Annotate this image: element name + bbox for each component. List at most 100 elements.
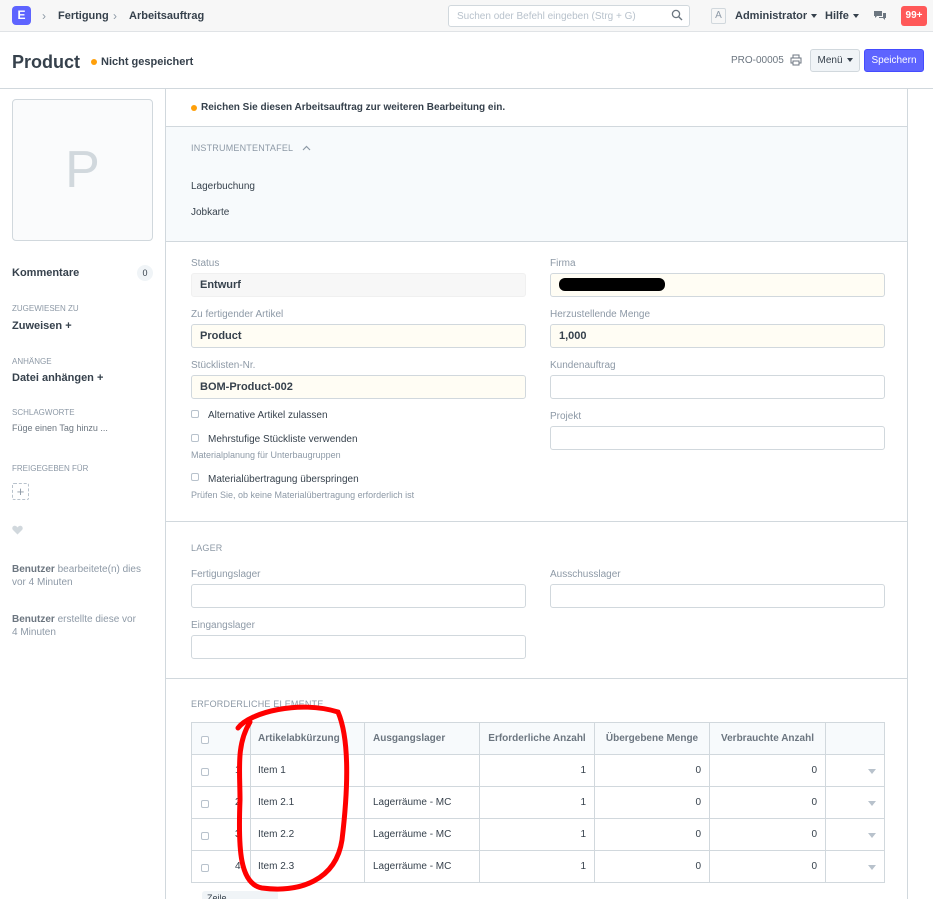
item-code-cell[interactable]: Item 1 xyxy=(251,755,365,786)
row-select-cell: 3 xyxy=(192,819,251,850)
assign-button[interactable]: Zuweisen + xyxy=(12,320,72,332)
form-sidebar: P Kommentare 0 ZUGEWIESEN ZU Zuweisen + … xyxy=(0,89,165,899)
consumed-qty-cell[interactable]: 0 xyxy=(710,787,826,818)
row-checkbox[interactable] xyxy=(201,832,209,840)
image-placeholder[interactable]: P xyxy=(12,99,153,241)
warehouse-cell[interactable]: Lagerräume - MC xyxy=(365,787,480,818)
item-code-cell[interactable]: Item 2.3 xyxy=(251,851,365,882)
consumed-qty-cell[interactable]: 0 xyxy=(710,755,826,786)
transferred-qty-cell[interactable]: 0 xyxy=(595,819,710,850)
comments-count-badge: 0 xyxy=(137,265,153,281)
add-tag-input[interactable]: Füge einen Tag hinzu ... xyxy=(12,423,108,433)
warehouse-section-title: LAGER xyxy=(191,543,223,553)
skip-transfer-checkbox[interactable] xyxy=(191,473,199,481)
row-select-cell: 2 xyxy=(192,787,251,818)
required-qty-cell[interactable]: 1 xyxy=(480,755,595,786)
alt-items-label: Alternative Artikel zulassen xyxy=(208,410,328,421)
menu-button[interactable]: Menü xyxy=(810,49,860,72)
redaction-mark xyxy=(559,278,665,291)
shared-with-label: FREIGEGEBEN FÜR xyxy=(12,464,89,473)
sales-order-field[interactable] xyxy=(550,375,885,399)
attach-file-button[interactable]: Datei anhängen + xyxy=(12,372,103,384)
breadcrumb-arbeitsauftrag[interactable]: Arbeitsauftrag xyxy=(129,10,204,22)
row-expand-icon[interactable] xyxy=(868,769,876,774)
source-warehouse-field[interactable] xyxy=(191,635,526,659)
print-icon[interactable] xyxy=(790,54,802,69)
header-cell: Verbrauchte Anzahl xyxy=(710,723,826,754)
item-code-cell[interactable]: Item 2.1 xyxy=(251,787,365,818)
dashboard-link-job-card[interactable]: Jobkarte xyxy=(191,207,229,218)
chat-icon[interactable] xyxy=(873,10,887,25)
dashboard-title: INSTRUMENTENTAFEL xyxy=(191,143,293,153)
search-placeholder: Suchen oder Befehl eingeben (Strg + G) xyxy=(457,11,636,22)
required-qty-cell[interactable]: 1 xyxy=(480,787,595,818)
add-share-button[interactable]: + xyxy=(12,483,29,500)
table-row[interactable]: 3 Item 2.2 Lagerräume - MC 1 0 0 xyxy=(192,819,884,851)
transferred-qty-cell[interactable]: 0 xyxy=(595,787,710,818)
required-qty-cell[interactable]: 1 xyxy=(480,819,595,850)
consumed-qty-cell[interactable]: 0 xyxy=(710,851,826,882)
header-cell-select xyxy=(192,723,251,754)
row-index: 1 xyxy=(235,765,241,776)
table-row[interactable]: 2 Item 2.1 Lagerräume - MC 1 0 0 xyxy=(192,787,884,819)
scrap-warehouse-label: Ausschusslager xyxy=(550,569,621,580)
table-row[interactable]: 4 Item 2.3 Lagerräume - MC 1 0 0 xyxy=(192,851,884,883)
qty-field[interactable]: 1,000 xyxy=(550,324,885,348)
sales-order-label: Kundenauftrag xyxy=(550,360,616,371)
timeline-user[interactable]: Benutzer xyxy=(12,614,55,625)
warehouse-cell[interactable] xyxy=(365,755,480,786)
wip-warehouse-field[interactable] xyxy=(191,584,526,608)
consumed-qty-cell[interactable]: 0 xyxy=(710,819,826,850)
caret-down-icon xyxy=(811,14,818,19)
add-row-button[interactable]: Zeile hinzufügen xyxy=(202,891,278,899)
section-divider xyxy=(166,241,907,242)
row-checkbox[interactable] xyxy=(201,800,209,808)
dashboard-header[interactable]: INSTRUMENTENTAFEL xyxy=(191,143,311,153)
required-items-table: Artikelabkürzung Ausgangslager Erforderl… xyxy=(191,722,885,883)
page-right-margin xyxy=(908,89,933,899)
help-menu[interactable]: Hilfe xyxy=(825,10,859,22)
timeline-item: Benutzer bearbeitete(n) dies vor 4 Minut… xyxy=(12,563,142,589)
required-qty-cell[interactable]: 1 xyxy=(480,851,595,882)
transferred-qty-cell[interactable]: 0 xyxy=(595,755,710,786)
item-code-cell[interactable]: Item 2.2 xyxy=(251,819,365,850)
multilevel-bom-label: Mehrstufige Stückliste verwenden xyxy=(208,434,358,445)
section-divider xyxy=(166,521,907,522)
scrap-warehouse-field[interactable] xyxy=(550,584,885,608)
table-row[interactable]: 1 Item 1 1 0 0 xyxy=(192,755,884,787)
row-checkbox[interactable] xyxy=(201,768,209,776)
production-item-label: Zu fertigender Artikel xyxy=(191,309,284,320)
user-avatar[interactable]: A xyxy=(711,8,726,24)
dashboard-link-stock-entry[interactable]: Lagerbuchung xyxy=(191,181,255,192)
user-menu[interactable]: Administrator xyxy=(735,10,818,22)
multilevel-bom-checkbox[interactable] xyxy=(191,434,199,442)
plus-icon: + xyxy=(96,372,104,384)
select-all-checkbox[interactable] xyxy=(201,736,209,744)
alt-items-checkbox[interactable] xyxy=(191,410,199,418)
row-index: 2 xyxy=(235,797,241,808)
warehouse-cell[interactable]: Lagerräume - MC xyxy=(365,819,480,850)
notifications-badge[interactable]: 99+ xyxy=(901,6,927,26)
timeline-user[interactable]: Benutzer xyxy=(12,564,55,575)
breadcrumb-fertigung[interactable]: Fertigung xyxy=(58,10,109,22)
heart-icon[interactable] xyxy=(12,525,23,538)
production-item-field[interactable]: Product xyxy=(191,324,526,348)
assign-label: Zuweisen xyxy=(12,320,63,332)
page-head: Product Nicht gespeichert PRO-00005 Menü… xyxy=(0,32,933,89)
save-button[interactable]: Speichern xyxy=(864,49,924,72)
company-label: Firma xyxy=(550,258,576,269)
search-input[interactable]: Suchen oder Befehl eingeben (Strg + G) xyxy=(448,5,690,27)
row-checkbox[interactable] xyxy=(201,864,209,872)
app-logo[interactable]: E xyxy=(12,6,31,25)
skip-transfer-label: Materialübertragung überspringen xyxy=(208,474,359,485)
bom-field[interactable]: BOM-Product-002 xyxy=(191,375,526,399)
navbar: E › Fertigung › Arbeitsauftrag Suchen od… xyxy=(0,0,933,32)
row-expand-icon[interactable] xyxy=(868,833,876,838)
help-label: Hilfe xyxy=(825,10,849,22)
project-field[interactable] xyxy=(550,426,885,450)
transferred-qty-cell[interactable]: 0 xyxy=(595,851,710,882)
row-expand-icon[interactable] xyxy=(868,865,876,870)
warehouse-cell[interactable]: Lagerräume - MC xyxy=(365,851,480,882)
row-expand-icon[interactable] xyxy=(868,801,876,806)
comments-label[interactable]: Kommentare xyxy=(12,267,79,279)
